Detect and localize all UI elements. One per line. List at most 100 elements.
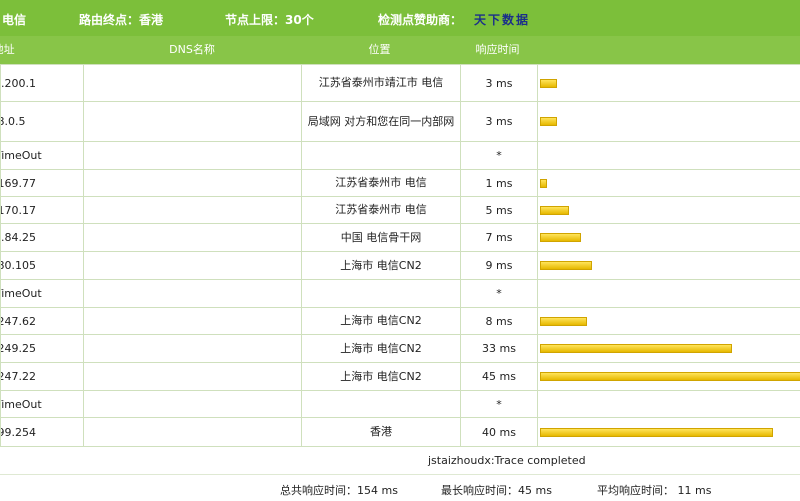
response-bar-cell	[538, 391, 800, 418]
node-limit-label: 节点上限：30个	[225, 11, 314, 28]
response-bar	[540, 117, 557, 126]
ip-cell: 3.247.22	[1, 363, 84, 391]
table-header: P地址 DNS名称 位置 响应时间	[0, 36, 800, 64]
location-cell: 香港	[302, 418, 461, 447]
stats-row: 总共响应时间：154 ms 最长响应时间：45 ms 平均响应时间： 11 ms	[0, 474, 800, 501]
sponsor-link[interactable]: 天下数据	[474, 11, 530, 28]
ip-cell-text: 90.200.1	[1, 77, 84, 90]
dns-cell	[84, 142, 302, 170]
response-bar-cell	[538, 418, 800, 447]
column-header-location: 位置	[300, 36, 459, 64]
table-row: 0.169.77江苏省泰州市 电信1 ms	[1, 170, 800, 197]
location-cell	[302, 280, 461, 308]
response-time-cell-text: 3 ms	[486, 77, 513, 90]
column-header-ip: P地址	[0, 36, 82, 64]
dns-cell	[84, 308, 302, 335]
ip-cell-text: t TimeOut	[1, 398, 84, 411]
ip-cell: 8.80.105	[1, 252, 84, 280]
response-bar	[540, 233, 581, 242]
ip-cell-text: 8.80.105	[1, 259, 84, 272]
response-time-cell: 33 ms	[461, 335, 538, 363]
table-row: t TimeOut *	[1, 142, 800, 170]
location-cell: 上海市 电信CN2	[302, 335, 461, 363]
response-bar	[540, 179, 547, 188]
response-time-cell-text: 1 ms	[486, 177, 513, 190]
trace-table: 90.200.1江苏省泰州市靖江市 电信3 ms.18.0.5局域网 对方和您在…	[0, 64, 800, 447]
response-bar-cell	[538, 102, 800, 142]
response-bar-cell	[538, 170, 800, 197]
response-time-cell-text: 45 ms	[482, 370, 516, 383]
ip-cell: t TimeOut	[1, 142, 84, 170]
dns-cell	[84, 335, 302, 363]
response-time-cell: *	[461, 280, 538, 308]
table-row: .18.0.5局域网 对方和您在同一内部网3 ms	[1, 102, 800, 142]
response-time-cell-text: 40 ms	[482, 426, 516, 439]
location-cell-text: 上海市 电信CN2	[340, 314, 421, 327]
response-bar	[540, 261, 592, 270]
ip-cell: 9.99.254	[1, 418, 84, 447]
response-time-cell: 3 ms	[461, 102, 538, 142]
ip-cell-text: 0.170.17	[1, 204, 84, 217]
ip-cell: 0.170.17	[1, 197, 84, 224]
location-cell-text: 江苏省泰州市 电信	[335, 203, 427, 216]
ip-cell: 3.247.62	[1, 308, 84, 335]
location-cell-text: 中国 电信骨干网	[341, 231, 422, 244]
table-row: 3.247.22 上海市 电信CN2 45 ms	[1, 363, 800, 391]
ip-cell: 97.84.25	[1, 224, 84, 252]
response-time-cell: 3 ms	[461, 65, 538, 102]
location-cell: 上海市 电信CN2	[302, 308, 461, 335]
response-time-cell-text: *	[496, 398, 502, 411]
ip-cell-text: 97.84.25	[1, 231, 84, 244]
location-cell-text: 上海市 电信CN2	[340, 259, 421, 272]
table-row: 9.99.254 香港 40 ms	[1, 418, 800, 447]
response-time-cell-text: 3 ms	[486, 115, 513, 128]
dns-cell	[84, 65, 302, 102]
location-cell-text: 上海市 电信CN2	[340, 370, 421, 383]
table-row: t TimeOut *	[1, 280, 800, 308]
location-cell	[302, 142, 461, 170]
response-time-cell: 5 ms	[461, 197, 538, 224]
response-time-cell-text: 5 ms	[486, 204, 513, 217]
max-response-time: 最长响应时间：45 ms	[441, 482, 552, 498]
response-time-cell: 45 ms	[461, 363, 538, 391]
response-bar	[540, 206, 569, 215]
table-row: 3.247.62 上海市 电信CN2 8 ms	[1, 308, 800, 335]
location-cell-text: 江苏省泰州市 电信	[335, 176, 427, 189]
response-time-cell-text: *	[496, 149, 502, 162]
response-bar	[540, 317, 587, 326]
location-cell-text: 江苏省泰州市靖江市 电信	[319, 76, 444, 89]
table-row: 97.84.25 中国 电信骨干网 7 ms	[1, 224, 800, 252]
response-time-cell: 9 ms	[461, 252, 538, 280]
response-bar-cell	[538, 197, 800, 224]
response-bar	[540, 428, 773, 437]
location-cell-text: 香港	[370, 425, 392, 438]
dns-cell	[84, 102, 302, 142]
response-time-cell: 8 ms	[461, 308, 538, 335]
response-bar	[540, 372, 800, 381]
ip-cell-text: t TimeOut	[1, 287, 84, 300]
location-cell: 江苏省泰州市 电信	[302, 170, 461, 197]
response-time-cell-text: 33 ms	[482, 342, 516, 355]
response-time-cell-text: 9 ms	[486, 259, 513, 272]
dns-cell	[84, 363, 302, 391]
response-bar-cell	[538, 308, 800, 335]
trace-status: jstaizhoudx:Trace completed	[428, 454, 586, 467]
ip-cell-text: t TimeOut	[1, 149, 84, 162]
response-bar	[540, 344, 732, 353]
response-bar-cell	[538, 65, 800, 102]
ip-cell: t TimeOut	[1, 280, 84, 308]
summary-bar: 电信 路由终点：香港 节点上限：30个 检测点赞助商： 天下数据	[0, 0, 800, 36]
response-bar-cell	[538, 224, 800, 252]
response-time-cell: 7 ms	[461, 224, 538, 252]
avg-response-time: 平均响应时间： 11 ms	[597, 482, 711, 498]
ip-cell: 90.200.1	[1, 65, 84, 102]
ip-cell-text: 3.249.25	[1, 342, 84, 355]
location-cell	[302, 391, 461, 418]
location-cell: 局域网 对方和您在同一内部网	[302, 102, 461, 142]
sponsor-label: 检测点赞助商：	[378, 11, 462, 28]
dns-cell	[84, 170, 302, 197]
ip-cell: t TimeOut	[1, 391, 84, 418]
response-time-cell: *	[461, 142, 538, 170]
route-end-label: 路由终点：香港	[79, 11, 163, 28]
dns-cell	[84, 418, 302, 447]
